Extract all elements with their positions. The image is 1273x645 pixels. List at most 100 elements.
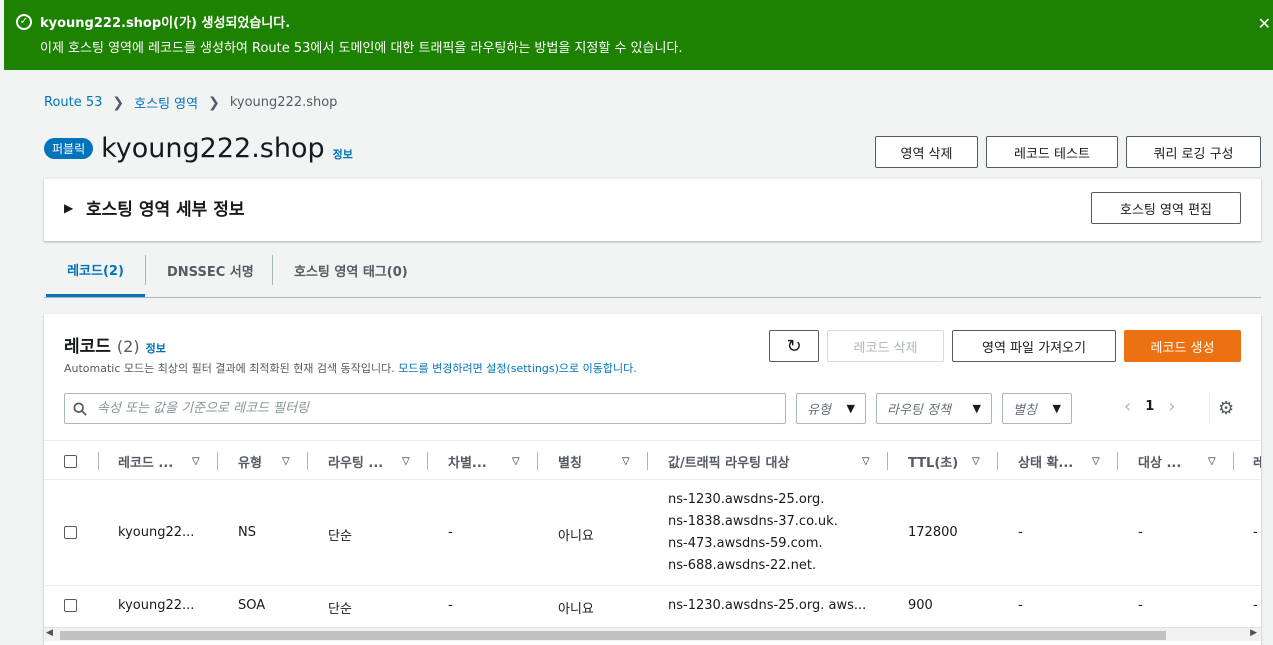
col-alias[interactable]: 별칭 [558, 441, 582, 481]
breadcrumb-hosted-zones[interactable]: 호스팅 영역 [134, 93, 198, 112]
close-icon[interactable]: ✕ [1258, 14, 1271, 33]
cell-alias: 아니요 [558, 602, 594, 617]
value-line: ns-473.awsdns-59.com. [668, 536, 823, 551]
sort-icon[interactable]: ▽ [1208, 441, 1216, 481]
search-box[interactable] [64, 393, 786, 424]
routing-filter-label: 라우팅 정책 [887, 403, 951, 418]
cell-routing: 단순 [328, 529, 352, 544]
sort-icon[interactable]: ▽ [622, 441, 630, 481]
tab-tags[interactable]: 호스팅 영역 태그(0) [294, 244, 408, 297]
table-row[interactable]: kyoung22... SOA 단순 - 아니요 ns-1230.awsdns-… [44, 586, 1261, 628]
import-zone-file-button[interactable]: 영역 파일 가져오기 [952, 330, 1116, 362]
sort-icon[interactable]: ▽ [862, 441, 870, 481]
public-badge: 퍼블릭 [44, 138, 94, 159]
cell-alias: 아니요 [558, 529, 594, 544]
cell-health-check: - [1018, 598, 1023, 613]
table-row[interactable]: kyoung22... NS 단순 - 아니요 ns-1230.awsdns-2… [44, 480, 1261, 586]
tab-divider [272, 255, 273, 285]
hosted-zone-details-panel[interactable]: ▶ 호스팅 영역 세부 정보 [44, 178, 1261, 241]
type-filter-dropdown[interactable]: 유형 ▼ [796, 393, 866, 424]
records-description: Automatic 모드는 최상의 필터 결과에 최적화된 현재 검색 동작입니… [64, 360, 637, 376]
cell-type: NS [238, 525, 256, 540]
alias-filter-label: 별칭 [1013, 403, 1037, 418]
cell-differentiator: - [448, 598, 453, 613]
col-value[interactable]: 값/트래픽 라우팅 대상 [668, 441, 789, 481]
chevron-right-icon: ❯ [208, 94, 220, 111]
tab-records[interactable]: 레코드(2) [46, 244, 145, 297]
search-icon [73, 401, 87, 416]
horizontal-scrollbar[interactable]: ◀ ▶ [44, 627, 1261, 641]
pagination: ‹ 1 › [1124, 396, 1175, 417]
cell-record-name[interactable]: kyoung22... [118, 525, 194, 540]
scroll-left-icon[interactable]: ◀ [46, 628, 53, 638]
records-heading: 레코드 (2) 정보 [64, 332, 166, 357]
col-health-check[interactable]: 상태 확... [1018, 441, 1073, 481]
flash-message: 이제 호스팅 영역에 레코드를 생성하여 Route 53에서 도메인에 대한 … [40, 41, 683, 56]
col-routing[interactable]: 라우팅 ... [328, 441, 383, 481]
alias-filter-dropdown[interactable]: 별칭 ▼ [1002, 393, 1072, 424]
caret-down-icon: ▼ [1052, 402, 1061, 415]
tab-bar: 레코드(2) DNSSEC 서명 호스팅 영역 태그(0) [44, 244, 1261, 298]
delete-record-button[interactable]: 레코드 삭제 [827, 330, 944, 362]
col-type[interactable]: 유형 [238, 441, 262, 481]
sort-icon[interactable]: ▽ [192, 441, 200, 481]
search-input[interactable] [95, 400, 785, 417]
tab-dnssec[interactable]: DNSSEC 서명 [167, 244, 254, 297]
divider [1209, 392, 1210, 424]
col-record-name[interactable]: 레코드 ... [118, 441, 173, 481]
sort-icon[interactable]: ▽ [972, 441, 980, 481]
breadcrumb-route53[interactable]: Route 53 [44, 95, 102, 110]
settings-gear-icon[interactable]: ⚙ [1218, 398, 1234, 419]
routing-policy-filter-dropdown[interactable]: 라우팅 정책 ▼ [876, 393, 992, 424]
records-info-link[interactable]: 정보 [146, 340, 166, 356]
type-filter-label: 유형 [807, 403, 831, 418]
table-header: 레코드 ... ▽ 유형 ▽ 라우팅 ... ▽ 차별... ▽ 별칭 ▽ 값/… [44, 440, 1261, 480]
cell-routing: 단순 [328, 602, 352, 617]
scroll-right-icon[interactable]: ▶ [1250, 628, 1257, 638]
cell-value: ns-1230.awsdns-25.org. aws... [668, 598, 867, 613]
records-title: 레코드 [64, 337, 111, 357]
success-flash-banner: ✓ kyoung222.shop이(가) 생성되었습니다. 이제 호스팅 영역에… [4, 0, 1273, 70]
page-header: 퍼블릭 kyoung222.shop 정보 [44, 133, 353, 164]
col-ttl[interactable]: TTL(초) [908, 441, 958, 481]
cell-target: - [1138, 525, 1143, 540]
chevron-right-icon[interactable]: › [1168, 396, 1175, 417]
delete-zone-button[interactable]: 영역 삭제 [875, 136, 978, 168]
sort-icon[interactable]: ▽ [282, 441, 290, 481]
col-differentiator[interactable]: 차별... [448, 441, 487, 481]
query-logging-button[interactable]: 쿼리 로깅 구성 [1126, 136, 1261, 168]
col-extra[interactable]: 레 [1253, 441, 1261, 481]
cell-record-name[interactable]: kyoung22... [118, 598, 194, 613]
create-record-button[interactable]: 레코드 생성 [1124, 330, 1241, 362]
cell-ttl: 900 [908, 598, 933, 613]
caret-right-icon[interactable]: ▶ [64, 201, 73, 215]
test-record-button[interactable]: 레코드 테스트 [986, 136, 1118, 168]
sort-icon[interactable]: ▽ [512, 441, 520, 481]
tab-divider [145, 255, 146, 285]
breadcrumb: Route 53 ❯ 호스팅 영역 ❯ kyoung222.shop [44, 93, 337, 113]
page-title: kyoung222.shop [101, 133, 325, 164]
chevron-left-icon[interactable]: ‹ [1124, 396, 1131, 417]
value-line: ns-1838.awsdns-37.co.uk. [668, 514, 838, 529]
records-count: (2) [116, 337, 140, 356]
refresh-icon[interactable]: ↻ [769, 330, 819, 362]
page-number[interactable]: 1 [1145, 399, 1154, 414]
cell-value: ns-1230.awsdns-25.org. ns-1838.awsdns-37… [668, 489, 838, 577]
settings-link[interactable]: 모드를 변경하려면 설정(settings)으로 이동합니다. [398, 362, 636, 375]
row-checkbox[interactable] [64, 599, 77, 612]
col-target[interactable]: 대상 ... [1138, 441, 1181, 481]
caret-down-icon: ▼ [972, 402, 981, 415]
edit-hosted-zone-button[interactable]: 호스팅 영역 편집 [1091, 192, 1241, 224]
caret-down-icon: ▼ [846, 402, 855, 415]
success-check-icon: ✓ [16, 13, 32, 30]
sort-icon[interactable]: ▽ [1092, 441, 1100, 481]
row-checkbox[interactable] [64, 526, 77, 539]
select-all-checkbox[interactable] [64, 441, 77, 481]
info-link[interactable]: 정보 [333, 146, 353, 162]
sort-icon[interactable]: ▽ [402, 441, 410, 481]
cell-extra: - [1253, 598, 1258, 613]
details-heading[interactable]: 호스팅 영역 세부 정보 [86, 195, 245, 220]
description-text: Automatic 모드는 최상의 필터 결과에 최적화된 현재 검색 동작입니… [64, 362, 399, 375]
value-line: ns-688.awsdns-22.net. [668, 558, 817, 573]
scrollbar-thumb[interactable] [60, 631, 1166, 640]
